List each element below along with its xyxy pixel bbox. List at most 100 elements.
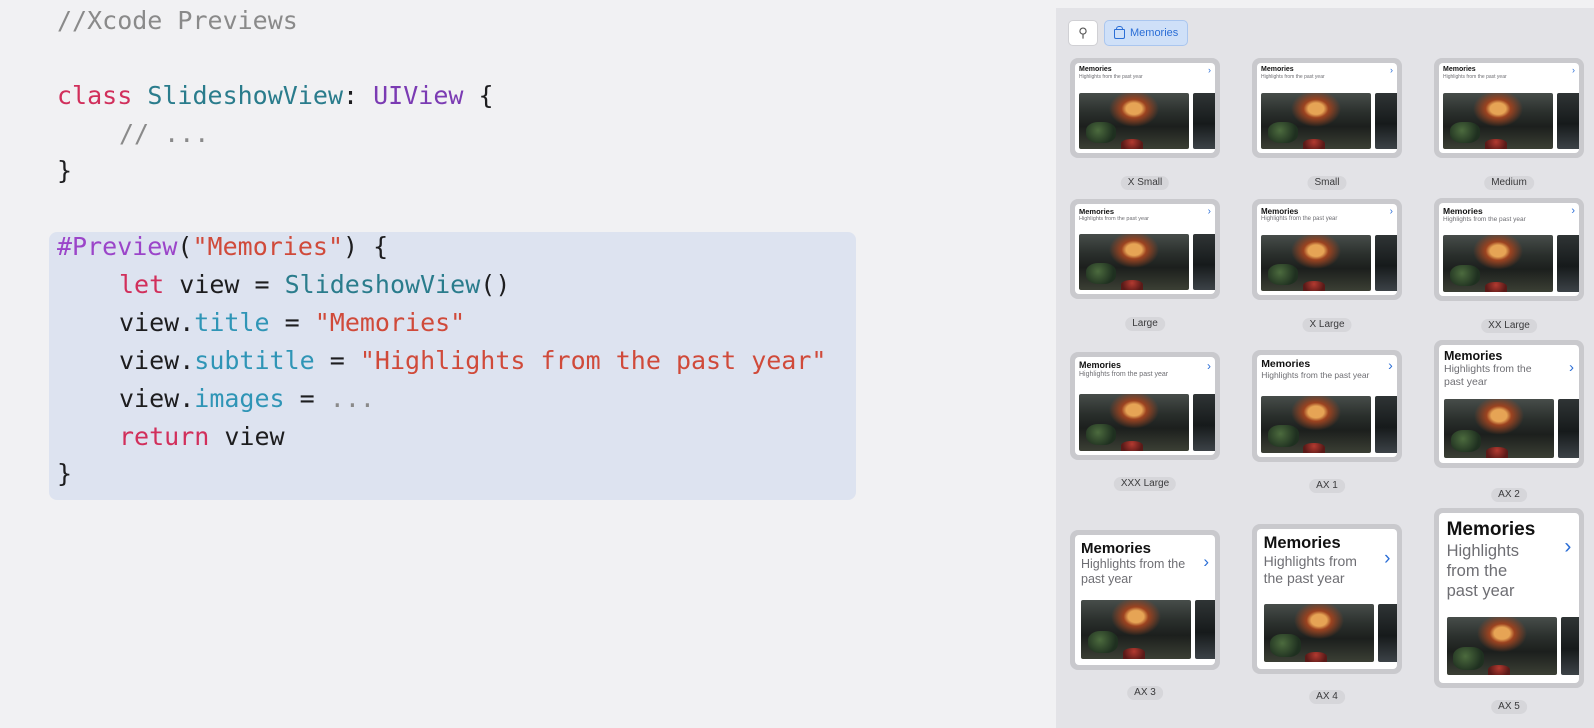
photo-thumbnail	[1375, 93, 1397, 149]
memories-card: Memories Highlights from the past year ›	[1439, 203, 1579, 296]
preview-frame: Memories Highlights from the past year ›	[1070, 352, 1220, 460]
preview-frame: Memories Highlights from the past year ›	[1434, 58, 1584, 158]
size-label: XX Large	[1481, 319, 1537, 333]
chevron-right-icon[interactable]: ›	[1203, 553, 1209, 570]
card-title: Memories	[1261, 66, 1294, 74]
photo-thumbnail	[1079, 93, 1189, 149]
card-subtitle: Highlights from the past year	[1079, 74, 1143, 81]
preview-variant[interactable]: Memories Highlights from the past year › XX…	[1070, 352, 1220, 495]
photo-thumbnail	[1443, 234, 1553, 292]
card-subtitle: Highlights from the past year	[1444, 363, 1532, 389]
memories-card: Memories Highlights from the past year ›	[1257, 204, 1397, 295]
chevron-right-icon[interactable]: ›	[1388, 358, 1393, 372]
preview-variant[interactable]: Memories Highlights from the past year › X …	[1252, 199, 1402, 336]
chevron-right-icon[interactable]: ›	[1384, 549, 1390, 568]
code-line-3: class SlideshowView: UIView {	[57, 77, 494, 115]
preview-variant[interactable]: Memories Highlights from the past year › Sm…	[1252, 58, 1402, 194]
preview-variant[interactable]: Memories Highlights from the past year › La…	[1070, 199, 1220, 335]
chevron-right-icon[interactable]: ›	[1390, 207, 1393, 217]
card-subtitle: Highlights from the past year	[1261, 216, 1338, 223]
photo-thumbnail	[1263, 603, 1374, 663]
code-line-9: view.title = "Memories"	[57, 304, 465, 342]
chevron-right-icon[interactable]: ›	[1569, 360, 1574, 375]
chevron-right-icon[interactable]: ›	[1571, 206, 1575, 217]
code-colon: :	[343, 81, 359, 110]
preview-variant[interactable]: Memories Highlights from the past year › Me…	[1434, 58, 1584, 194]
card-subtitle: Highlights from the past year	[1263, 553, 1357, 587]
photo-thumbnail	[1375, 395, 1397, 453]
card-title: Memories	[1081, 539, 1152, 557]
code-comment: // ...	[119, 119, 210, 148]
preview-variant[interactable]: Memories Highlights from the past year › X …	[1070, 58, 1220, 194]
preview-variant[interactable]: Memories Highlights from the past year › AX…	[1434, 508, 1584, 718]
code-editor[interactable]: //Xcode Previews class SlideshowView: UI…	[0, 0, 1056, 728]
card-subtitle: Highlights from the past year	[1443, 215, 1526, 223]
preview-variant[interactable]: Memories Highlights from the past year › XX…	[1434, 198, 1584, 337]
preview-canvas: ⚲ Memories Memories Highlights from the p…	[1056, 8, 1594, 728]
photo-thumbnail	[1377, 603, 1397, 663]
photo-thumbnail	[1446, 616, 1557, 676]
code-line-13: }	[57, 455, 72, 493]
memories-card: Memories Highlights from the past year ›	[1075, 204, 1215, 294]
size-label: AX 4	[1309, 690, 1345, 704]
card-subtitle: Highlights from the past year	[1261, 74, 1325, 81]
code-line-8: let view = SlideshowView()	[57, 266, 510, 304]
code-brace: }	[57, 156, 73, 185]
size-label: X Small	[1120, 176, 1170, 190]
chevron-right-icon[interactable]: ›	[1564, 536, 1571, 557]
preview-variant[interactable]: Memories Highlights from the past year › AX…	[1252, 350, 1402, 497]
pin-button[interactable]: ⚲	[1068, 20, 1098, 46]
code-text: =	[284, 308, 300, 337]
memories-card: Memories Highlights from the past year ›	[1257, 355, 1397, 457]
preview-frame: Memories Highlights from the past year ›	[1434, 340, 1584, 468]
photo-thumbnail	[1557, 93, 1579, 149]
photo-thumbnail	[1193, 93, 1215, 149]
card-subtitle: Highlights from the past year	[1081, 557, 1186, 587]
code-type: SlideshowView	[284, 270, 481, 299]
code-line-4: // ...	[57, 115, 209, 153]
size-label: Small	[1307, 176, 1347, 190]
memories-card: Memories Highlights from the past year ›	[1075, 357, 1215, 455]
preview-variant[interactable]: Memories Highlights from the past year › AX…	[1434, 340, 1584, 506]
size-label: AX 5	[1491, 700, 1527, 714]
bag-icon	[1114, 26, 1125, 39]
chevron-right-icon[interactable]: ›	[1207, 360, 1211, 372]
card-title: Memories	[1079, 66, 1112, 74]
size-label: AX 3	[1127, 686, 1163, 700]
size-label: XXX Large	[1113, 477, 1177, 491]
photo-thumbnail	[1375, 234, 1397, 291]
code-string: "Highlights from the past year"	[359, 346, 827, 375]
code-keyword: class	[57, 81, 133, 110]
preview-frame: Memories Highlights from the past year ›	[1434, 508, 1584, 688]
memories-card: Memories Highlights from the past year ›	[1257, 63, 1397, 153]
preview-frame: Memories Highlights from the past year ›	[1070, 530, 1220, 670]
code-text: view.	[119, 308, 195, 337]
variant-selector-button[interactable]: Memories	[1104, 20, 1189, 46]
photo-thumbnail	[1193, 393, 1215, 451]
code-text: view =	[179, 270, 270, 299]
code-line-10: view.subtitle = "Highlights from the pas…	[57, 342, 826, 380]
card-subtitle: Highlights from the past year	[1446, 541, 1520, 601]
memories-card: Memories Highlights from the past year ›	[1439, 345, 1579, 463]
code-macro: #Preview	[57, 232, 178, 261]
chevron-right-icon[interactable]: ›	[1208, 207, 1211, 217]
photo-thumbnail	[1558, 399, 1579, 458]
size-label: Medium	[1484, 176, 1534, 190]
photo-thumbnail	[1443, 93, 1553, 149]
card-title: Memories	[1444, 349, 1503, 363]
preview-variant[interactable]: Memories Highlights from the past year › AX…	[1252, 524, 1402, 708]
card-title: Memories	[1079, 360, 1122, 371]
photo-thumbnail	[1079, 393, 1189, 451]
card-title: Memories	[1443, 206, 1483, 217]
card-title: Memories	[1261, 207, 1299, 217]
code-text: view.	[119, 384, 195, 413]
photo-thumbnail	[1193, 234, 1215, 290]
code-paren: (	[177, 232, 193, 261]
memories-card: Memories Highlights from the past year ›	[1439, 513, 1579, 683]
chevron-right-icon[interactable]: ›	[1390, 66, 1393, 75]
code-text: =	[329, 346, 345, 375]
code-placeholder: ...	[329, 384, 375, 413]
chevron-right-icon[interactable]: ›	[1572, 66, 1575, 75]
chevron-right-icon[interactable]: ›	[1208, 66, 1211, 75]
preview-variant[interactable]: Memories Highlights from the past year › AX…	[1070, 530, 1220, 704]
